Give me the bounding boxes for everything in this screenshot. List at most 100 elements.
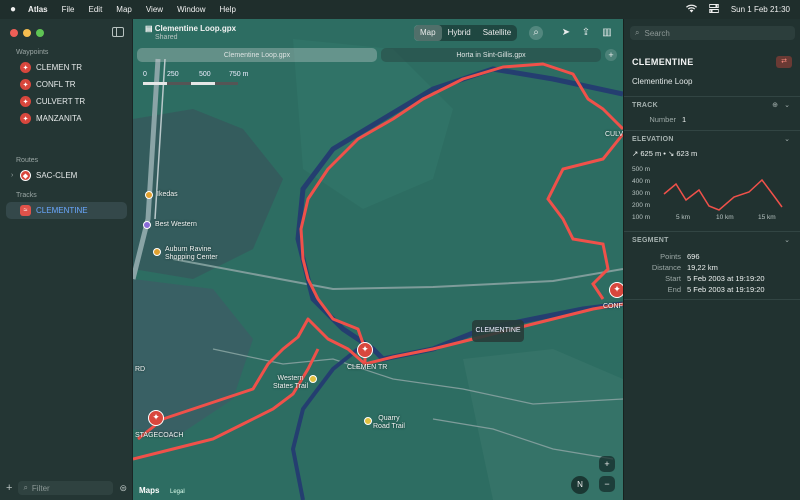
location-arrow-icon[interactable]: ➤ (559, 26, 573, 40)
map-mode-map[interactable]: Map (414, 25, 442, 41)
poi-icon[interactable] (145, 191, 153, 199)
segment-section-header: SEGMENT (632, 237, 669, 244)
menu-edit[interactable]: Edit (89, 5, 103, 14)
menu-help[interactable]: Help (220, 5, 236, 14)
filter-input[interactable]: ⌕ Filter (18, 481, 114, 495)
document-title: ▤ Clementine Loop.gpx (145, 24, 237, 33)
sidebar-item-track[interactable]: ≈ CLEMENTINE (6, 202, 127, 219)
menu-bar: ● Atlas File Edit Map View Window Help S… (0, 0, 800, 19)
chevron-down-icon[interactable]: ⌄ (784, 135, 790, 143)
elevation-chart: 500 m 400 m 300 m 200 m 100 m 5 km 10 km… (632, 166, 783, 221)
chevron-right-icon[interactable]: › (11, 172, 13, 179)
waypoint-pin-conf[interactable]: ✦ (609, 282, 623, 298)
elev-x-tick: 10 km (716, 214, 734, 221)
waypoint-pin-stagecoach[interactable]: ✦ (148, 410, 164, 426)
menu-app[interactable]: Atlas (28, 5, 48, 14)
map-label-clemen-tr: CLEMEN TR (347, 364, 388, 371)
elev-y-tick: 400 m (632, 178, 650, 185)
routes-header: Routes (16, 157, 39, 164)
sidebar-item-waypoint[interactable]: ✦ MANZANITA (0, 110, 133, 127)
menu-window[interactable]: Window (177, 5, 205, 14)
sidebar-item-waypoint[interactable]: ✦ CULVERT TR (0, 93, 133, 110)
search-icon: ⌕ (635, 28, 640, 37)
zoom-out-button[interactable]: − (599, 476, 615, 492)
inspector-toggle-icon[interactable]: ▥ (600, 26, 614, 40)
waypoint-pin-clemen[interactable]: ✦ (357, 342, 373, 358)
elev-y-tick: 100 m (632, 214, 650, 221)
hiker-icon: ✦ (20, 79, 31, 90)
trail-icon[interactable] (309, 375, 317, 383)
elevation-stats: ↗ 625 m • ↘ 623 m (632, 149, 698, 158)
inspector-title: CLEMENTINE (632, 57, 694, 67)
tab-clementine[interactable]: Clementine Loop.gpx (137, 48, 377, 62)
menu-map[interactable]: Map (116, 5, 132, 14)
zoom-window-button[interactable] (36, 29, 44, 37)
wifi-icon[interactable] (685, 4, 697, 15)
track-number-label: Number (649, 115, 676, 124)
hotel-icon[interactable] (143, 221, 151, 229)
elev-x-tick: 5 km (676, 214, 690, 221)
hiker-icon: ✦ (20, 113, 31, 124)
map-label-culv: CULV (605, 131, 623, 138)
map-label-rd: RD (135, 366, 146, 373)
sidebar-item-waypoint[interactable]: ✦ CONFL TR (0, 76, 133, 93)
track-tooltip: CLEMENTINE (472, 320, 524, 342)
sidebar-toggle-icon[interactable] (112, 27, 124, 37)
sidebar-footer: + ⌕ Filter ⊜ (0, 476, 133, 500)
map-label-western-states: Western States Trail (273, 375, 309, 390)
divider (624, 96, 800, 97)
menu-file[interactable]: File (62, 5, 75, 14)
poi-label-ikedas: Ikedas (157, 191, 178, 198)
close-window-button[interactable] (10, 29, 18, 37)
clock[interactable]: Sun 1 Feb 21:30 (731, 5, 790, 14)
scale-label: 250 (167, 71, 179, 78)
divider (624, 231, 800, 232)
tracks-header: Tracks (16, 192, 37, 199)
trail-icon[interactable] (364, 417, 372, 425)
poi-label-auburn: Auburn Ravine Shopping Center (165, 246, 218, 261)
tracks-section: Tracks ≈ CLEMENTINE (0, 190, 133, 219)
sidebar-item-route[interactable]: › ◆ SAC-CLEM (0, 167, 133, 184)
maps-logo: Maps (139, 486, 160, 495)
apple-menu-icon[interactable]: ● (10, 4, 16, 15)
inspector-subtitle: Clementine Loop (632, 77, 693, 86)
track-type-icon[interactable]: ⇄ (776, 56, 792, 68)
map-canvas[interactable]: 0 250 500 750 m Ikedas Best Western Aubu… (133, 19, 623, 500)
share-icon[interactable]: ⇪ (579, 26, 593, 40)
document-icon: ▤ (145, 24, 155, 33)
tab-horta[interactable]: Horta in Sint-Gillis.gpx (381, 48, 601, 62)
divider (624, 299, 800, 300)
search-icon: ⌕ (23, 483, 28, 492)
map-mode-satellite[interactable]: Satellite (477, 25, 517, 41)
zoom-in-button[interactable]: + (599, 456, 615, 472)
divider (624, 130, 800, 131)
control-center-icon[interactable] (708, 4, 720, 15)
compass-button[interactable]: N (571, 476, 589, 494)
toolbar: ▤ Clementine Loop.gpx Shared Map Hybrid … (133, 19, 623, 47)
chevron-down-icon[interactable]: ⌄ (784, 236, 790, 244)
add-circle-icon[interactable]: ⊕ (772, 101, 778, 109)
zoom-search-icon[interactable]: ⌕ (529, 26, 543, 40)
shopping-icon[interactable] (153, 248, 161, 256)
add-icon[interactable]: + (6, 482, 12, 494)
window-controls (10, 29, 44, 37)
waypoints-section: Waypoints ✦ CLEMEN TR ✦ CONFL TR ✦ CULVERT … (0, 47, 133, 127)
map-mode-hybrid[interactable]: Hybrid (442, 25, 477, 41)
elevation-line (663, 178, 783, 211)
filter-options-icon[interactable]: ⊜ (119, 483, 127, 494)
elev-y-tick: 300 m (632, 190, 650, 197)
menu-view[interactable]: View (146, 5, 163, 14)
chevron-down-icon[interactable]: ⌄ (784, 101, 790, 109)
route-icon: ◆ (20, 170, 31, 181)
sidebar-item-waypoint[interactable]: ✦ CLEMEN TR (0, 59, 133, 76)
new-tab-button[interactable]: + (605, 49, 617, 61)
map-label-quarry: Quarry Road Trail (373, 415, 405, 430)
search-input[interactable]: ⌕ Search (630, 26, 795, 40)
poi-label-best-western: Best Western (155, 221, 197, 228)
map-mode-picker: Map Hybrid Satellite (414, 25, 518, 41)
scale-bar-graphic (143, 82, 238, 85)
tab-bar: Clementine Loop.gpx Horta in Sint-Gillis… (137, 47, 623, 63)
minimize-window-button[interactable] (23, 29, 31, 37)
legal-link[interactable]: Legal (170, 489, 185, 495)
scale-label: 750 m (229, 71, 249, 78)
